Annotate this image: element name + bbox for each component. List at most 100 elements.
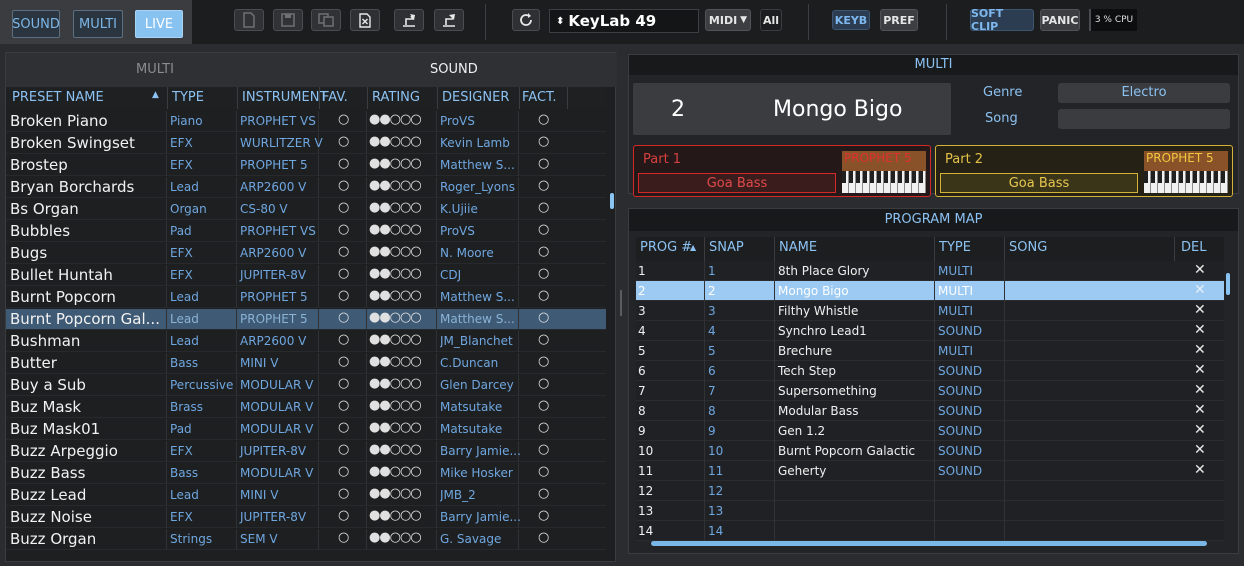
program-row[interactable]: 1 1 8th Place Glory MULTI ✕ [636, 261, 1224, 281]
preset-list-scrollbar[interactable] [610, 193, 614, 209]
favorite-toggle[interactable]: ○ [338, 420, 349, 435]
program-row[interactable]: 14 14 [636, 521, 1224, 541]
genre-field[interactable]: Electro [1058, 83, 1230, 103]
mode-multi-button[interactable]: MULTI [73, 10, 123, 38]
delete-icon[interactable]: ✕ [1194, 462, 1206, 478]
program-row[interactable]: 11 11 Geherty SOUND ✕ [636, 461, 1224, 481]
favorite-toggle[interactable]: ○ [338, 266, 349, 281]
part-2-slot[interactable]: Part 2 Goa Bass PROPHET 5 [935, 145, 1233, 197]
col-song[interactable]: SONG [1009, 240, 1047, 255]
col-rating[interactable]: RATING [372, 90, 420, 105]
import-button[interactable] [394, 9, 424, 31]
preset-row[interactable]: Butter Bass MINI V ○ ●●○○○ C.Duncan ○ [6, 353, 606, 374]
preset-row[interactable]: Burnt Popcorn Gal... Lead PROPHET 5 ○ ●●○○○ M… [6, 309, 606, 330]
delete-button[interactable] [350, 9, 380, 31]
favorite-toggle[interactable]: ○ [338, 442, 349, 457]
delete-icon[interactable]: ✕ [1194, 382, 1206, 398]
col-instrument[interactable]: INSTRUMENT [242, 90, 327, 105]
tab-sound[interactable]: SOUND [430, 62, 478, 77]
rating-stars[interactable]: ●●○○○ [369, 420, 422, 435]
keyboard-button[interactable]: KEYB [832, 10, 870, 30]
rating-stars[interactable]: ●●○○○ [369, 156, 422, 171]
preset-row[interactable]: Broken Swingset EFX WURLITZER V ○ ●●○○○ Kevin… [6, 133, 606, 154]
preset-row[interactable]: Buzz Noise EFX JUPITER-8V ○ ●●○○○ Barry Jamie… [6, 507, 606, 528]
col-designer[interactable]: DESIGNER [442, 90, 509, 105]
sync-button[interactable] [512, 9, 540, 31]
program-row[interactable]: 12 12 [636, 481, 1224, 501]
col-del[interactable]: DEL [1181, 240, 1206, 255]
delete-icon[interactable]: ✕ [1194, 442, 1206, 458]
col-snap[interactable]: SNAP [709, 240, 744, 255]
favorite-toggle[interactable]: ○ [338, 156, 349, 171]
mode-live-button[interactable]: LIVE [135, 10, 183, 38]
favorite-toggle[interactable]: ○ [338, 244, 349, 259]
mode-sound-button[interactable]: SOUND [12, 10, 60, 38]
preset-row[interactable]: Buzz Bass Bass MODULAR V ○ ●●○○○ Mike Hosker ○ [6, 463, 606, 484]
program-row[interactable]: 4 4 Synchro Lead1 SOUND ✕ [636, 321, 1224, 341]
preferences-button[interactable]: PREF [880, 9, 918, 31]
rating-stars[interactable]: ●●○○○ [369, 486, 422, 501]
preset-row[interactable]: Burnt Popcorn Lead PROPHET 5 ○ ●●○○○ Matthew … [6, 287, 606, 308]
delete-icon[interactable]: ✕ [1194, 282, 1206, 298]
favorite-toggle[interactable]: ○ [338, 288, 349, 303]
delete-icon[interactable]: ✕ [1194, 362, 1206, 378]
preset-row[interactable]: Buzz Organ Strings SEM V ○ ●●○○○ G. Savage ○ [6, 529, 606, 550]
rating-stars[interactable]: ●●○○○ [369, 178, 422, 193]
rating-stars[interactable]: ●●○○○ [369, 376, 422, 391]
preset-row[interactable]: Bullet Huntah EFX JUPITER-8V ○ ●●○○○ CDJ ○ [6, 265, 606, 286]
rating-stars[interactable]: ●●○○○ [369, 464, 422, 479]
rating-stars[interactable]: ●●○○○ [369, 134, 422, 149]
tab-multi[interactable]: MULTI [136, 62, 174, 77]
part-2-preset[interactable]: Goa Bass [940, 173, 1138, 193]
col-prog[interactable]: PROG # [640, 240, 692, 255]
delete-icon[interactable]: ✕ [1194, 262, 1206, 278]
program-row[interactable]: 8 8 Modular Bass SOUND ✕ [636, 401, 1224, 421]
favorite-toggle[interactable]: ○ [338, 464, 349, 479]
preset-row[interactable]: Buzz Arpeggio EFX JUPITER-8V ○ ●●○○○ Barry Ja… [6, 441, 606, 462]
save-as-button[interactable] [311, 9, 341, 31]
program-row[interactable]: 10 10 Burnt Popcorn Galactic SOUND ✕ [636, 441, 1224, 461]
part-1-slot[interactable]: Part 1 Goa Bass PROPHET 5 [633, 145, 931, 197]
rating-stars[interactable]: ●●○○○ [369, 244, 422, 259]
soft-clip-button[interactable]: SOFT CLIP [970, 7, 1034, 33]
preset-row[interactable]: Bugs EFX ARP2600 V ○ ●●○○○ N. Moore ○ [6, 243, 606, 264]
preset-row[interactable]: Buz Mask01 Pad MODULAR V ○ ●●○○○ Matsutake ○ [6, 419, 606, 440]
device-selector[interactable]: ⬍ KeyLab 49 [549, 9, 699, 33]
rating-stars[interactable]: ●●○○○ [369, 398, 422, 413]
delete-icon[interactable]: ✕ [1194, 322, 1206, 338]
rating-stars[interactable]: ●●○○○ [369, 354, 422, 369]
rating-stars[interactable]: ●●○○○ [369, 222, 422, 237]
song-field[interactable] [1058, 109, 1230, 129]
col-type[interactable]: TYPE [939, 240, 971, 255]
program-list-scrollbar-h[interactable] [651, 541, 1207, 546]
favorite-toggle[interactable]: ○ [338, 178, 349, 193]
delete-icon[interactable]: ✕ [1194, 342, 1206, 358]
delete-icon[interactable]: ✕ [1194, 422, 1206, 438]
program-row[interactable]: 9 9 Gen 1.2 SOUND ✕ [636, 421, 1224, 441]
favorite-toggle[interactable]: ○ [338, 200, 349, 215]
export-button[interactable] [434, 9, 464, 31]
program-row[interactable]: 6 6 Tech Step SOUND ✕ [636, 361, 1224, 381]
preset-row[interactable]: Bubbles Pad PROPHET VS ○ ●●○○○ ProVS ○ [6, 221, 606, 242]
favorite-toggle[interactable]: ○ [338, 530, 349, 545]
preset-row[interactable]: Buy a Sub Percussive MODULAR V ○ ●●○○○ Glen D… [6, 375, 606, 396]
favorite-toggle[interactable]: ○ [338, 354, 349, 369]
preset-row[interactable]: Brostep EFX PROPHET 5 ○ ●●○○○ Matthew S... ○ [6, 155, 606, 176]
save-button[interactable] [273, 9, 303, 31]
program-row[interactable]: 5 5 Brechure MULTI ✕ [636, 341, 1224, 361]
favorite-toggle[interactable]: ○ [338, 376, 349, 391]
preset-row[interactable]: Broken Piano Piano PROPHET VS ○ ●●○○○ ProVS ○ [6, 111, 606, 132]
rating-stars[interactable]: ●●○○○ [369, 508, 422, 523]
rating-stars[interactable]: ●●○○○ [369, 442, 422, 457]
col-fav[interactable]: FAV. [322, 90, 348, 105]
favorite-toggle[interactable]: ○ [338, 222, 349, 237]
delete-icon[interactable]: ✕ [1194, 302, 1206, 318]
rating-stars[interactable]: ●●○○○ [369, 112, 422, 127]
panic-button[interactable]: PANIC [1040, 9, 1080, 31]
panel-resize-handle[interactable] [620, 290, 622, 316]
favorite-toggle[interactable]: ○ [338, 508, 349, 523]
delete-icon[interactable]: ✕ [1194, 402, 1206, 418]
favorite-toggle[interactable]: ○ [338, 486, 349, 501]
col-fact[interactable]: FACT. [522, 90, 557, 105]
preset-row[interactable]: Bushman Lead ARP2600 V ○ ●●○○○ JM_Blanchet ○ [6, 331, 606, 352]
